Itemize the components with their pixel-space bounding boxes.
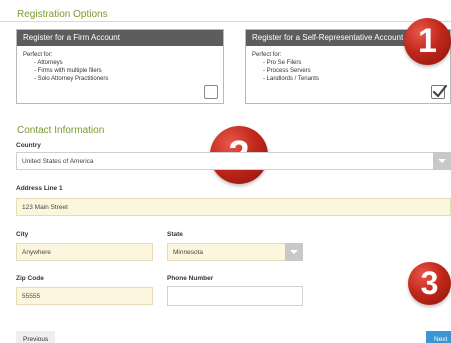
registration-options-header: Registration Options — [0, 6, 451, 22]
firm-account-checkbox[interactable] — [204, 85, 218, 99]
zip-code-label: Zip Code — [16, 275, 44, 282]
country-select-value: United States of America — [22, 158, 94, 165]
previous-button[interactable]: Previous — [16, 331, 56, 343]
perfect-for-label: Perfect for: — [23, 52, 53, 58]
firm-account-card-header: Register for a Firm Account — [17, 30, 223, 46]
state-select[interactable]: Minnesota — [167, 243, 303, 261]
firm-account-card-body: Perfect for: - Attorneys - Firms with mu… — [17, 46, 223, 83]
phone-number-label: Phone Number — [167, 275, 214, 282]
zip-code-input[interactable]: 55555 — [16, 287, 153, 305]
next-button[interactable]: Next — [426, 331, 451, 343]
city-input[interactable]: Anywhere — [16, 243, 153, 261]
list-item: - Process Servers — [263, 68, 311, 74]
step-badge-1: 1 — [404, 18, 451, 65]
chevron-down-icon[interactable] — [433, 152, 451, 170]
address-line-1-label: Address Line 1 — [16, 185, 63, 192]
state-select-value: Minnesota — [173, 249, 203, 256]
step-badge-3: 3 — [408, 262, 451, 305]
country-label: Country — [16, 142, 41, 149]
checkmark-icon — [432, 84, 448, 98]
self-representative-checkbox[interactable] — [431, 84, 448, 99]
list-item: - Solo Attorney Practitioners — [34, 76, 109, 82]
contact-information-title: Contact Information — [17, 125, 105, 136]
phone-number-input[interactable] — [167, 286, 303, 306]
address-line-1-input[interactable]: 123 Main Street — [16, 198, 451, 216]
list-item: - Landlords / Tenants — [263, 76, 319, 82]
list-item: - Firms with multiple filers — [34, 68, 102, 74]
chevron-down-icon[interactable] — [285, 243, 303, 261]
state-label: State — [167, 231, 183, 238]
list-item: - Attorneys — [34, 60, 63, 66]
city-label: City — [16, 231, 29, 238]
firm-account-card[interactable]: Register for a Firm Account Perfect for:… — [16, 29, 224, 104]
country-select[interactable]: United States of America — [16, 152, 451, 170]
registration-options-title: Registration Options — [17, 9, 108, 20]
